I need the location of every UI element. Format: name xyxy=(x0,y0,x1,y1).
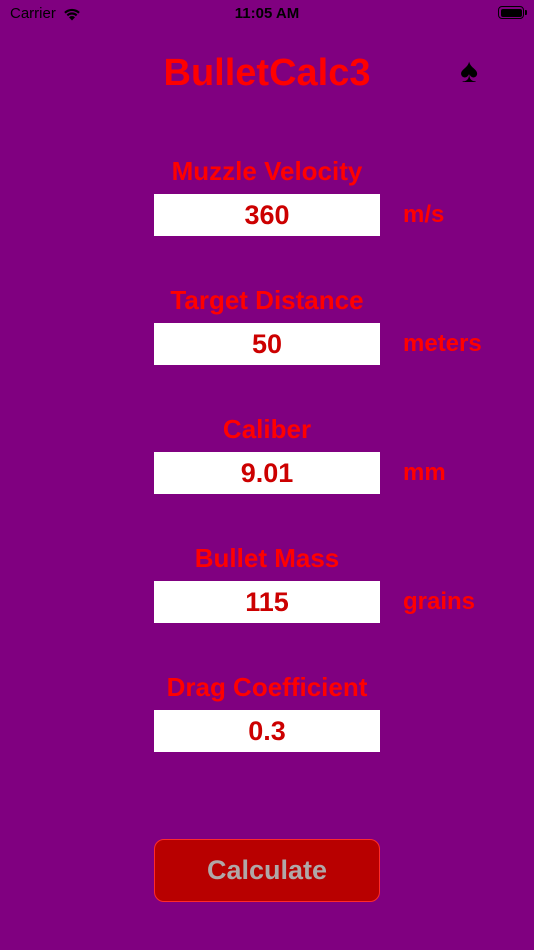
target-distance-input[interactable] xyxy=(154,323,380,365)
caliber-unit: mm xyxy=(403,459,446,486)
status-time: 11:05 AM xyxy=(234,5,300,22)
muzzle-velocity-unit: m/s xyxy=(403,201,445,228)
caliber-label: Caliber xyxy=(222,414,312,444)
battery-full-icon xyxy=(498,6,527,19)
spade-icon[interactable]: ♠ xyxy=(452,52,486,90)
calculate-button[interactable]: Calculate xyxy=(154,839,380,902)
caliber-input[interactable] xyxy=(154,452,380,494)
muzzle-velocity-input[interactable] xyxy=(154,194,380,236)
drag-coefficient-input[interactable] xyxy=(154,710,380,752)
bullet-mass-input[interactable] xyxy=(154,581,380,623)
target-distance-unit: meters xyxy=(403,330,482,357)
bullet-mass-label: Bullet Mass xyxy=(194,543,340,573)
drag-coefficient-label: Drag Coefficient xyxy=(166,672,368,702)
bullet-mass-unit: grains xyxy=(403,588,476,615)
muzzle-velocity-label: Muzzle Velocity xyxy=(171,156,363,186)
status-bar: Carrier 11:05 AM xyxy=(0,0,534,28)
target-distance-label: Target Distance xyxy=(170,285,364,315)
